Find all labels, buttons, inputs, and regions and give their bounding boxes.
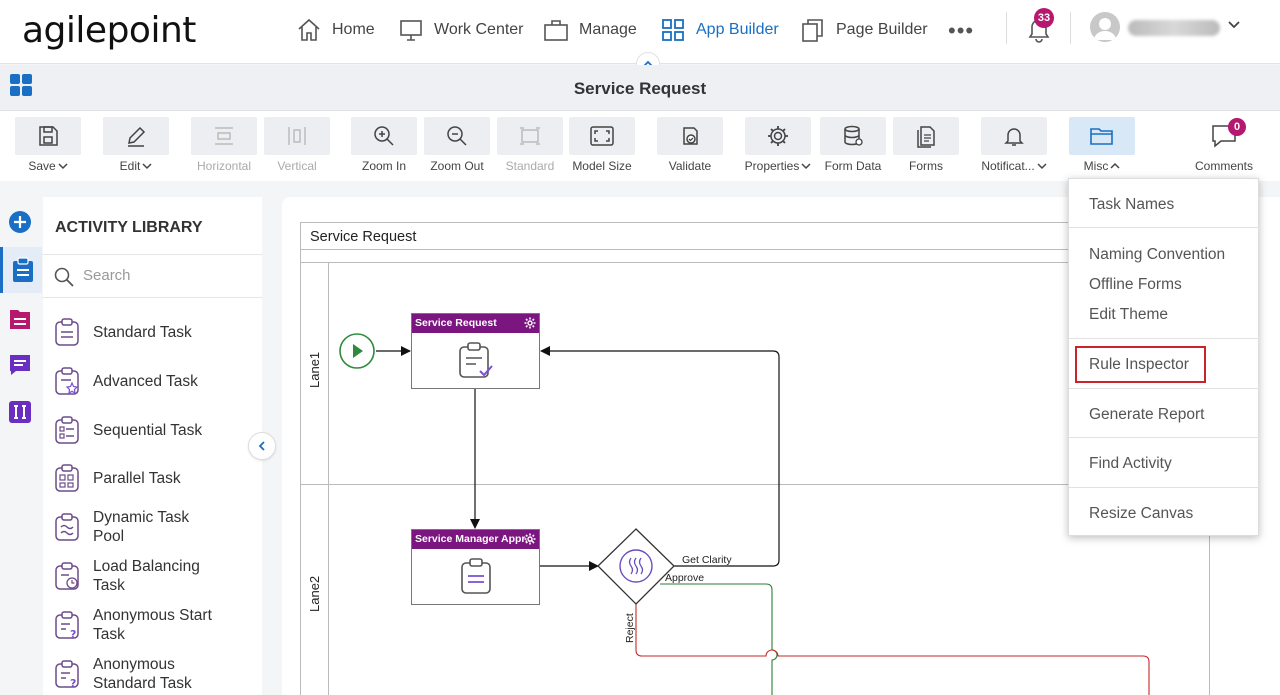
menu-item-find-activity[interactable]: Find Activity <box>1089 455 1172 473</box>
task-approval-icon <box>458 341 493 378</box>
menu-item-rule-inspector[interactable]: Rule Inspector <box>1089 356 1189 374</box>
gear-icon[interactable] <box>524 317 536 329</box>
task-service-request[interactable]: Service Request <box>411 313 540 389</box>
gear-icon[interactable] <box>524 533 536 545</box>
flow-label-reject: Reject <box>624 613 636 643</box>
menu-divider <box>1069 227 1260 228</box>
task-title: Service Manager Appr... <box>415 533 534 545</box>
menu-divider <box>1069 487 1260 488</box>
menu-divider <box>1069 437 1260 438</box>
menu-divider <box>1069 338 1260 339</box>
flow-label-get-clarity: Get Clarity <box>682 554 732 566</box>
task-service-manager-approval[interactable]: Service Manager Appr... <box>411 529 540 605</box>
task-title: Service Request <box>415 317 497 329</box>
menu-item-task-names[interactable]: Task Names <box>1089 196 1174 214</box>
flow-reject[interactable] <box>635 604 1150 695</box>
menu-divider <box>1069 388 1260 389</box>
menu-item-resize-canvas[interactable]: Resize Canvas <box>1089 505 1193 523</box>
flow-label-approve: Approve <box>665 572 705 584</box>
misc-dropdown-menu: Task Names Naming Convention Offline For… <box>1068 178 1260 536</box>
flow-approve[interactable] <box>660 583 778 695</box>
task-clipboard-icon <box>460 557 491 594</box>
menu-item-offline-forms[interactable]: Offline Forms <box>1089 276 1182 294</box>
menu-item-naming-convention[interactable]: Naming Convention <box>1089 246 1225 264</box>
flow-get-clarity[interactable] <box>540 346 780 567</box>
menu-item-generate-report[interactable]: Generate Report <box>1089 406 1204 424</box>
menu-item-edit-theme[interactable]: Edit Theme <box>1089 306 1168 324</box>
